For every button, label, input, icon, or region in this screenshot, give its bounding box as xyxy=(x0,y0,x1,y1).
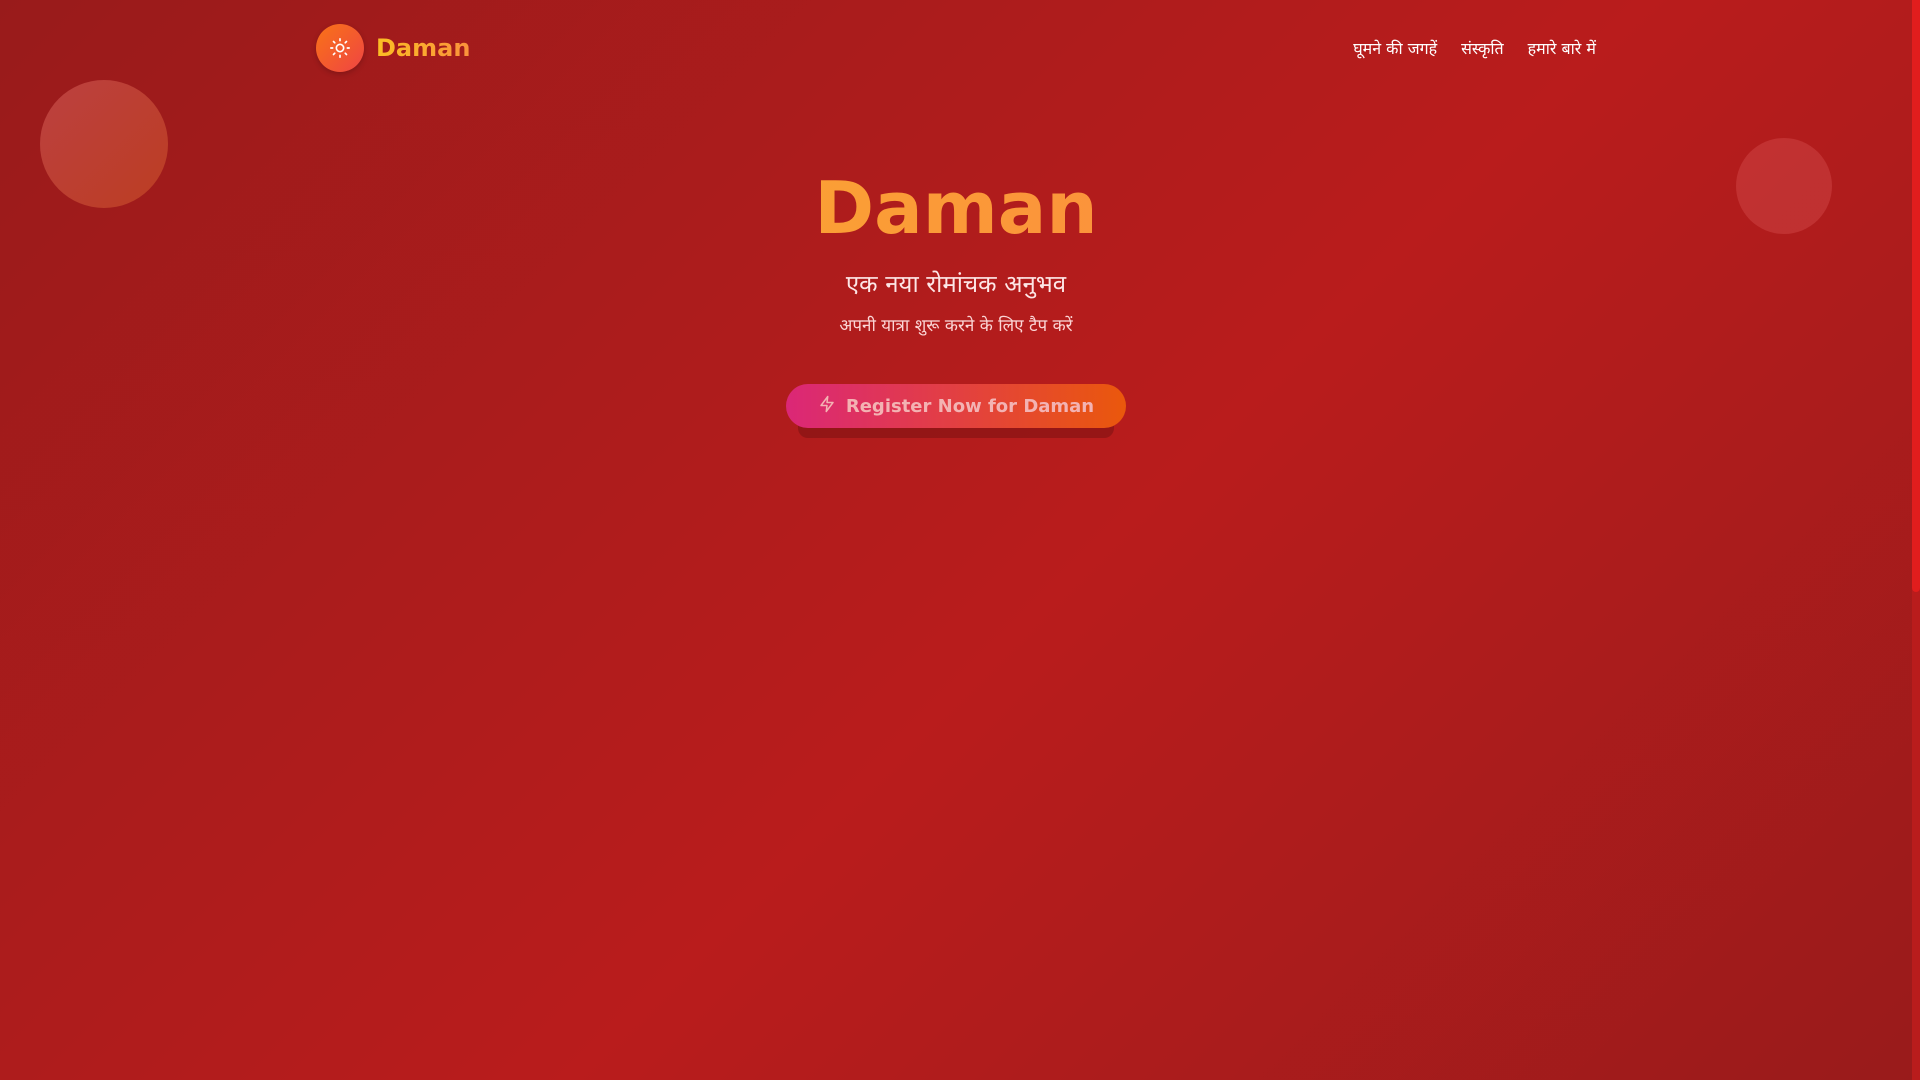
sun-icon xyxy=(316,24,364,72)
top-nav: Daman घूमने की जगहें संस्कृति हमारे बारे… xyxy=(316,24,1596,72)
register-button[interactable]: Register Now for Daman xyxy=(785,384,1127,428)
hero-title: Daman xyxy=(0,160,1912,256)
logo[interactable]: Daman xyxy=(316,24,470,72)
scrollbar[interactable] xyxy=(1912,0,1920,1080)
hero-note: अपनी यात्रा शुरू करने के लिए टैप करें xyxy=(839,316,1073,336)
cta-wrapper: Register Now for Daman xyxy=(785,384,1127,438)
nav-link-about[interactable]: हमारे बारे में xyxy=(1528,37,1596,59)
hero-subtitle: एक नया रोमांचक अनुभव xyxy=(845,270,1067,298)
nav-link-culture[interactable]: संस्कृति xyxy=(1461,37,1504,59)
page: Daman घूमने की जगहें संस्कृति हमारे बारे… xyxy=(0,0,1912,1080)
hero-section: Daman एक नया रोमांचक अनुभव अपनी यात्रा श… xyxy=(0,160,1912,438)
lightning-icon xyxy=(818,394,836,419)
nav-links: घूमने की जगहें संस्कृति हमारे बारे में xyxy=(1353,24,1596,72)
logo-text: Daman xyxy=(376,34,471,62)
nav-link-places[interactable]: घूमने की जगहें xyxy=(1353,37,1437,59)
scrollbar-thumb[interactable] xyxy=(1912,0,1920,592)
register-button-label: Register Now for Daman xyxy=(845,395,1095,417)
